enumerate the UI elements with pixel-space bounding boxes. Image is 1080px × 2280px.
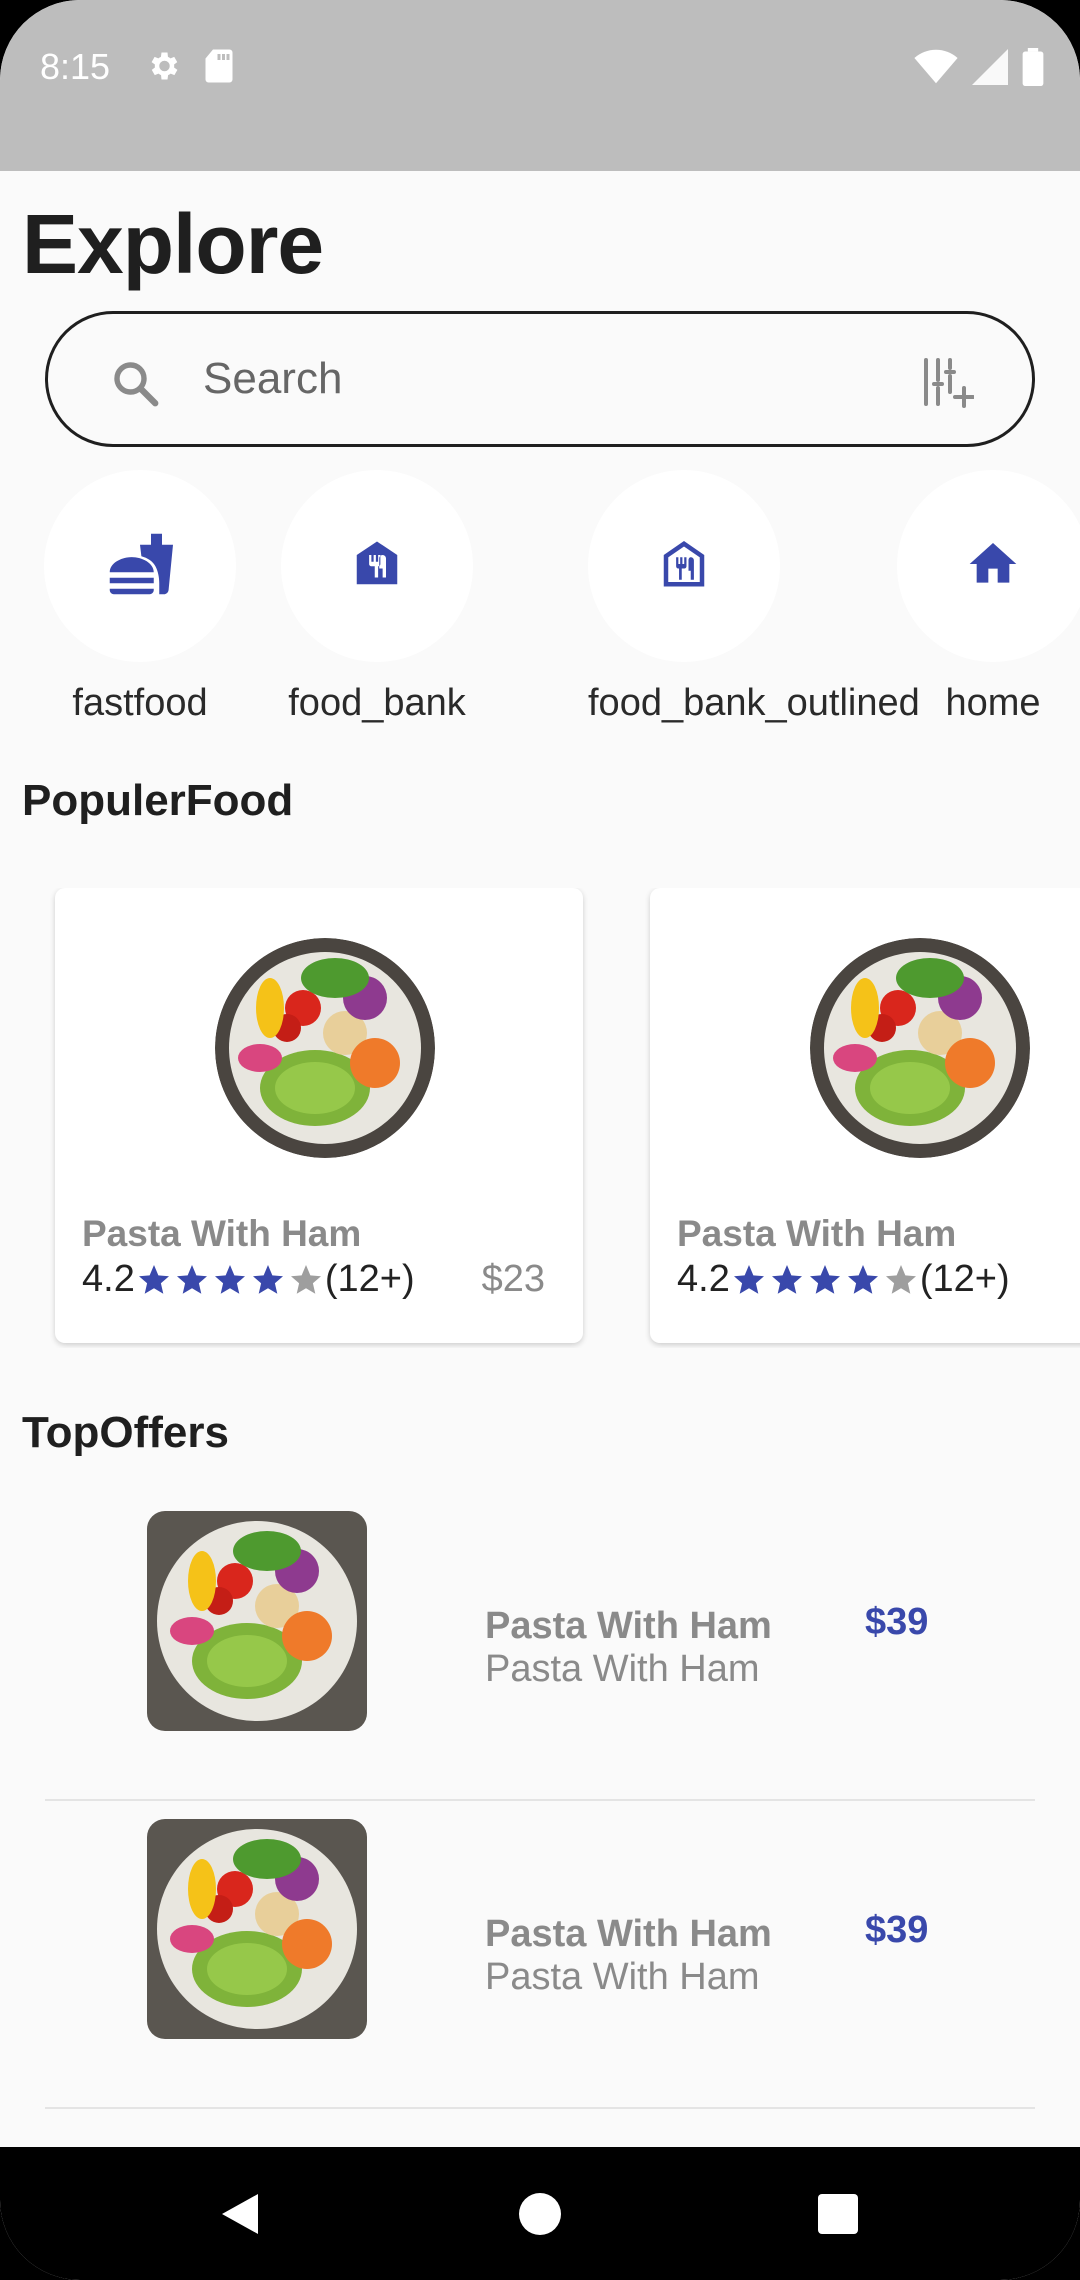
battery-icon bbox=[1022, 48, 1044, 91]
home-icon bbox=[965, 536, 1021, 597]
food-card[interactable]: Pasta With Ham 4.2 (12+) $23 bbox=[55, 888, 583, 1343]
category-label: food_bank_outlined bbox=[588, 682, 920, 724]
food-image bbox=[810, 938, 1030, 1158]
page-title: Explore bbox=[22, 197, 324, 291]
food-rating: 4.2 (12+) bbox=[677, 1258, 1010, 1301]
search-icon bbox=[108, 356, 162, 415]
offer-subtitle: Pasta With Ham bbox=[485, 1956, 760, 1998]
offer-title: Pasta With Ham bbox=[485, 1605, 772, 1647]
offer-price: $39 bbox=[865, 1909, 929, 1951]
food-rating: 4.2 (12+) bbox=[82, 1258, 415, 1301]
fastfood-icon bbox=[107, 531, 173, 602]
popular-carousel[interactable]: Pasta With Ham 4.2 (12+) $23 Pasta With … bbox=[0, 888, 1080, 1348]
category-label: home bbox=[945, 682, 1041, 724]
offer-subtitle: Pasta With Ham bbox=[485, 1648, 760, 1690]
popular-section-title: PopulerFood bbox=[22, 776, 294, 825]
offer-item[interactable]: Pasta With Ham Pasta With Ham $39 bbox=[45, 1801, 1035, 2109]
back-icon[interactable] bbox=[180, 2147, 300, 2280]
star-empty-icon bbox=[885, 1264, 916, 1294]
filter-sliders-icon[interactable] bbox=[918, 354, 975, 415]
rating-value: 4.2 bbox=[82, 1258, 135, 1300]
star-filled-icon bbox=[809, 1264, 840, 1294]
signal-icon bbox=[972, 49, 1008, 90]
offers-section-title: TopOffers bbox=[22, 1408, 229, 1457]
offer-title: Pasta With Ham bbox=[485, 1913, 772, 1955]
category-food-bank[interactable]: food_bank bbox=[281, 470, 473, 725]
category-fastfood[interactable]: fastfood bbox=[44, 470, 236, 725]
category-food-bank-outlined[interactable]: food_bank_outlined bbox=[588, 470, 920, 725]
status-time: 8:15 bbox=[40, 46, 111, 87]
star-filled-icon bbox=[214, 1264, 245, 1294]
offer-image bbox=[147, 1819, 367, 2039]
star-empty-icon bbox=[290, 1264, 321, 1294]
food-bank-outlined-icon bbox=[657, 537, 711, 596]
food-price: $23 bbox=[481, 1258, 545, 1300]
rating-value: 4.2 bbox=[677, 1258, 730, 1300]
search-input[interactable] bbox=[203, 344, 903, 414]
offer-image bbox=[147, 1511, 367, 1731]
food-image bbox=[215, 938, 435, 1158]
review-count: (12+) bbox=[919, 1258, 1010, 1300]
search-bar[interactable] bbox=[45, 311, 1035, 447]
status-bar: 8:15 bbox=[0, 0, 1080, 171]
food-name: Pasta With Ham bbox=[82, 1213, 362, 1254]
category-row: fastfood food_bank food_bank_outlined ho… bbox=[0, 470, 1080, 740]
sd-card-icon bbox=[203, 48, 235, 89]
recents-icon[interactable] bbox=[778, 2147, 898, 2280]
gear-icon bbox=[145, 48, 181, 89]
app-screen: 8:15 Explore Search fastfood food_bank f… bbox=[0, 0, 1080, 2280]
category-label: food_bank bbox=[288, 682, 466, 724]
food-bank-icon bbox=[350, 537, 404, 596]
offer-price: $39 bbox=[865, 1601, 929, 1643]
star-filled-icon bbox=[771, 1264, 802, 1294]
category-label: fastfood bbox=[72, 682, 208, 724]
system-nav-bar bbox=[0, 2147, 1080, 2280]
review-count: (12+) bbox=[324, 1258, 415, 1300]
offer-item[interactable]: Pasta With Ham Pasta With Ham $39 bbox=[45, 1493, 1035, 1801]
category-home[interactable]: home bbox=[897, 470, 1080, 725]
star-filled-icon bbox=[847, 1264, 878, 1294]
food-name: Pasta With Ham bbox=[677, 1213, 957, 1254]
home-circle-icon[interactable] bbox=[480, 2147, 600, 2280]
wifi-icon bbox=[914, 49, 958, 90]
star-filled-icon bbox=[138, 1264, 169, 1294]
star-filled-icon bbox=[733, 1264, 764, 1294]
star-filled-icon bbox=[252, 1264, 283, 1294]
star-filled-icon bbox=[176, 1264, 207, 1294]
food-card[interactable]: Pasta With Ham 4.2 (12+) bbox=[650, 888, 1080, 1343]
